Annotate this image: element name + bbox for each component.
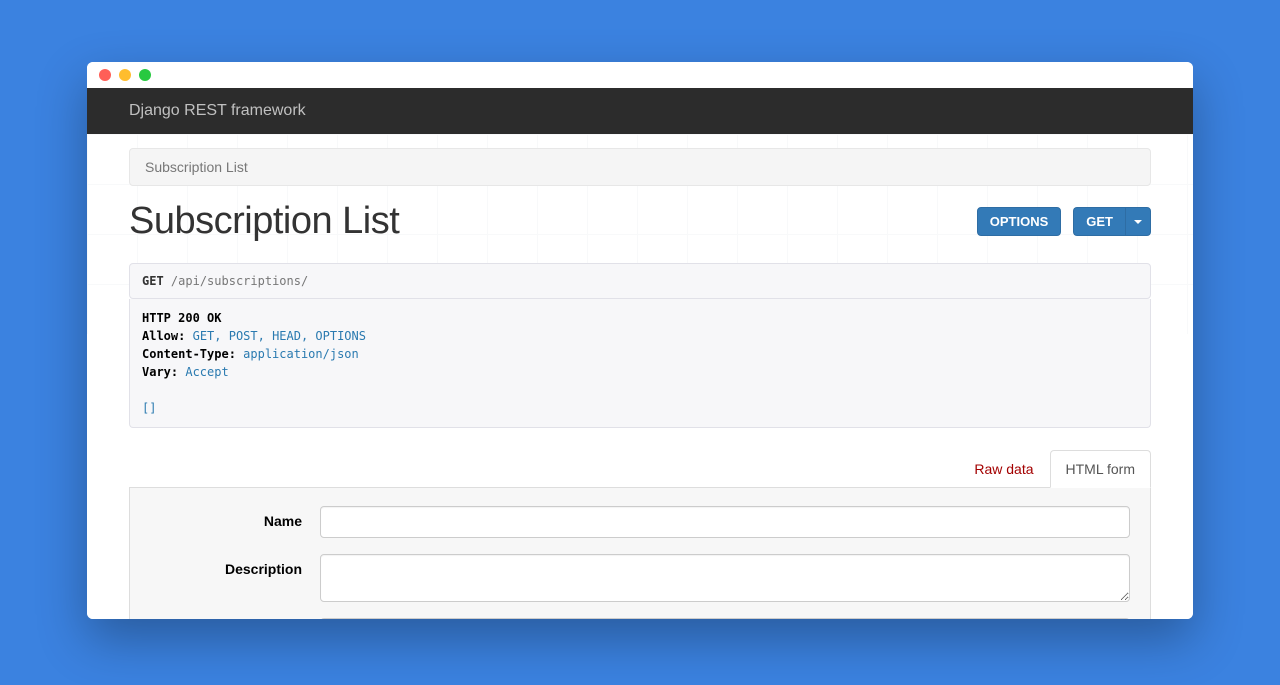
form-row-description: Description bbox=[150, 554, 1130, 602]
response-block: HTTP 200 OK Allow: GET, POST, HEAD, OPTI… bbox=[129, 299, 1151, 428]
form-tabs: Raw data HTML form bbox=[129, 450, 1151, 488]
browser-window: Django REST framework Subscription List … bbox=[87, 62, 1193, 619]
window-maximize-icon[interactable] bbox=[139, 69, 151, 81]
form-row-currency: Currency bbox=[150, 618, 1130, 619]
request-path: /api/subscriptions/ bbox=[171, 274, 308, 288]
currency-label: Currency bbox=[150, 618, 320, 619]
description-field[interactable] bbox=[320, 554, 1130, 602]
name-label: Name bbox=[150, 506, 320, 529]
get-button[interactable]: GET bbox=[1073, 207, 1125, 236]
window-minimize-icon[interactable] bbox=[119, 69, 131, 81]
options-button[interactable]: OPTIONS bbox=[977, 207, 1062, 236]
breadcrumb: Subscription List bbox=[129, 148, 1151, 186]
page-header: Subscription List OPTIONS GET bbox=[129, 200, 1151, 243]
chevron-down-icon bbox=[1134, 220, 1142, 224]
form-row-name: Name bbox=[150, 506, 1130, 538]
currency-field[interactable] bbox=[320, 618, 1130, 619]
content-type-header-value: application/json bbox=[243, 347, 359, 361]
page-title: Subscription List bbox=[129, 200, 399, 243]
vary-header-key: Vary: bbox=[142, 365, 178, 379]
allow-header-key: Allow: bbox=[142, 329, 185, 343]
breadcrumb-item[interactable]: Subscription List bbox=[145, 159, 248, 175]
vary-header-value: Accept bbox=[185, 365, 228, 379]
tab-raw-data[interactable]: Raw data bbox=[958, 450, 1049, 488]
get-dropdown-button[interactable] bbox=[1125, 207, 1151, 236]
window-close-icon[interactable] bbox=[99, 69, 111, 81]
action-buttons: OPTIONS GET bbox=[977, 207, 1151, 236]
window-title-bar bbox=[87, 62, 1193, 88]
navbar: Django REST framework bbox=[87, 88, 1193, 134]
navbar-title[interactable]: Django REST framework bbox=[129, 102, 306, 120]
allow-header-value: GET, POST, HEAD, OPTIONS bbox=[193, 329, 366, 343]
request-line: GET /api/subscriptions/ bbox=[129, 263, 1151, 299]
html-form-panel: Name Description Currency bbox=[129, 488, 1151, 619]
get-button-group: GET bbox=[1073, 207, 1151, 236]
response-body: [] bbox=[142, 399, 1138, 417]
response-status: HTTP 200 OK bbox=[142, 311, 221, 325]
content-type-header-key: Content-Type: bbox=[142, 347, 236, 361]
description-label: Description bbox=[150, 554, 320, 577]
name-field[interactable] bbox=[320, 506, 1130, 538]
tab-html-form[interactable]: HTML form bbox=[1050, 450, 1151, 488]
content: Subscription List Subscription List OPTI… bbox=[87, 134, 1193, 619]
request-method: GET bbox=[142, 274, 164, 288]
